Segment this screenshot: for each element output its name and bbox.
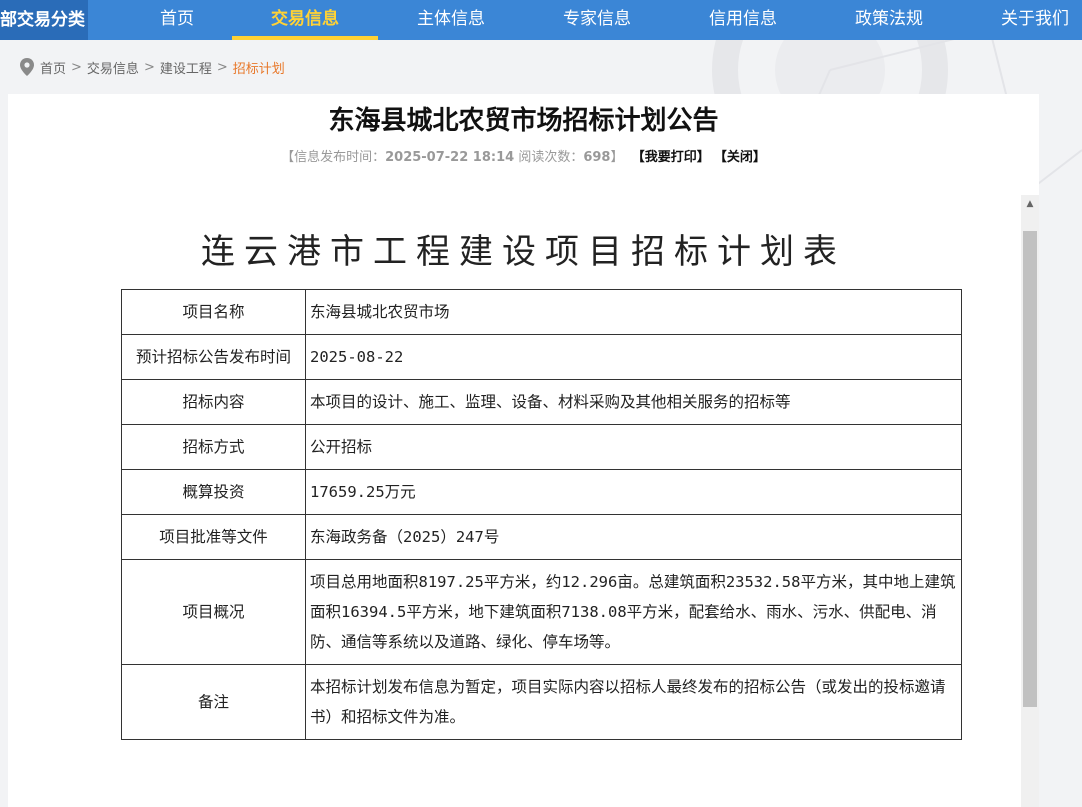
print-button[interactable]: 【我要打印】 [632,150,710,165]
breadcrumb-separator: > [71,59,82,75]
top-nav: 部交易分类 首页 交易信息 主体信息 专家信息 信用信息 政策法规 关于我们 [0,0,1082,40]
row-value: 17659.25万元 [305,469,962,515]
nav-item-policy[interactable]: 政策法规 [843,0,935,40]
table-row: 招标内容 本项目的设计、施工、监理、设备、材料采购及其他相关服务的招标等 [121,379,962,425]
publish-time: 2025-07-22 18:14 [385,150,515,165]
table-row: 备注 本招标计划发布信息为暂定，项目实际内容以招标人最终发布的招标公告（或发出的… [121,664,962,740]
row-key: 招标方式 [121,424,306,470]
nav-item-credit-info[interactable]: 信用信息 [697,0,789,40]
location-pin-icon [20,58,34,76]
meta-close-bracket: 】 [610,150,624,165]
row-key: 招标内容 [121,379,306,425]
tender-plan-table: 项目名称 东海县城北农贸市场 预计招标公告发布时间 2025-08-22 招标内… [121,289,962,740]
nav-item-expert-info[interactable]: 专家信息 [551,0,643,40]
row-value: 本项目的设计、施工、监理、设备、材料采购及其他相关服务的招标等 [305,379,962,425]
table-row: 概算投资 17659.25万元 [121,469,962,515]
arrow-up-icon[interactable]: ▲ [1021,195,1039,213]
table-row: 预计招标公告发布时间 2025-08-22 [121,334,962,380]
publish-time-label: 信息发布时间： [294,150,386,165]
table-row: 项目概况 项目总用地面积8197.25平方米，约12.296亩。总建筑面积235… [121,559,962,665]
nav-item-about[interactable]: 关于我们 [989,0,1081,40]
breadcrumb-separator: > [216,59,228,75]
nav-item-trading-info[interactable]: 交易信息 [232,0,378,40]
breadcrumb-current[interactable]: 招标计划 [233,58,285,77]
breadcrumb-home[interactable]: 首页 [40,58,66,77]
row-key: 项目概况 [121,559,306,665]
breadcrumb: 首页 > 交易信息 > 建设工程 > 招标计划 [20,57,285,77]
views-label: 阅读次数： [518,150,584,165]
nav-item-home[interactable]: 首页 [142,0,212,40]
category-menu[interactable]: 部交易分类 [0,0,88,40]
row-key: 项目批准等文件 [121,514,306,560]
row-value: 东海政务备（2025）247号 [305,514,962,560]
scrollbar-thumb[interactable] [1023,231,1037,707]
row-key: 概算投资 [121,469,306,515]
scrollbar[interactable]: ▲ [1021,195,1039,807]
meta-open-bracket: 【 [281,150,295,165]
article-card: 东海县城北农贸市场招标计划公告 【信息发布时间：2025-07-22 18:14… [8,94,1039,807]
page-title: 东海县城北农贸市场招标计划公告 [328,106,719,136]
close-button[interactable]: 【关闭】 [714,150,766,165]
row-value: 东海县城北农贸市场 [305,289,962,335]
views-count: 698 [583,150,611,165]
row-value: 公开招标 [305,424,962,470]
breadcrumb-construction[interactable]: 建设工程 [160,58,212,77]
row-key: 备注 [121,664,306,740]
breadcrumb-separator: > [143,59,155,75]
table-row: 招标方式 公开招标 [121,424,962,470]
row-value: 2025-08-22 [305,334,962,380]
row-value: 本招标计划发布信息为暂定，项目实际内容以招标人最终发布的招标公告（或发出的投标邀… [305,664,962,740]
row-key: 预计招标公告发布时间 [121,334,306,380]
breadcrumb-trading-info[interactable]: 交易信息 [87,58,139,77]
table-row: 项目名称 东海县城北农贸市场 [121,289,962,335]
nav-item-entity-info[interactable]: 主体信息 [405,0,497,40]
table-row: 项目批准等文件 东海政务备（2025）247号 [121,514,962,560]
row-value: 项目总用地面积8197.25平方米，约12.296亩。总建筑面积23532.58… [305,559,962,665]
document-heading: 连云港市工程建设项目招标计划表 [201,232,846,272]
article-meta: 【信息发布时间：2025-07-22 18:14 阅读次数：698】 【我要打印… [8,146,1039,165]
row-key: 项目名称 [121,289,306,335]
